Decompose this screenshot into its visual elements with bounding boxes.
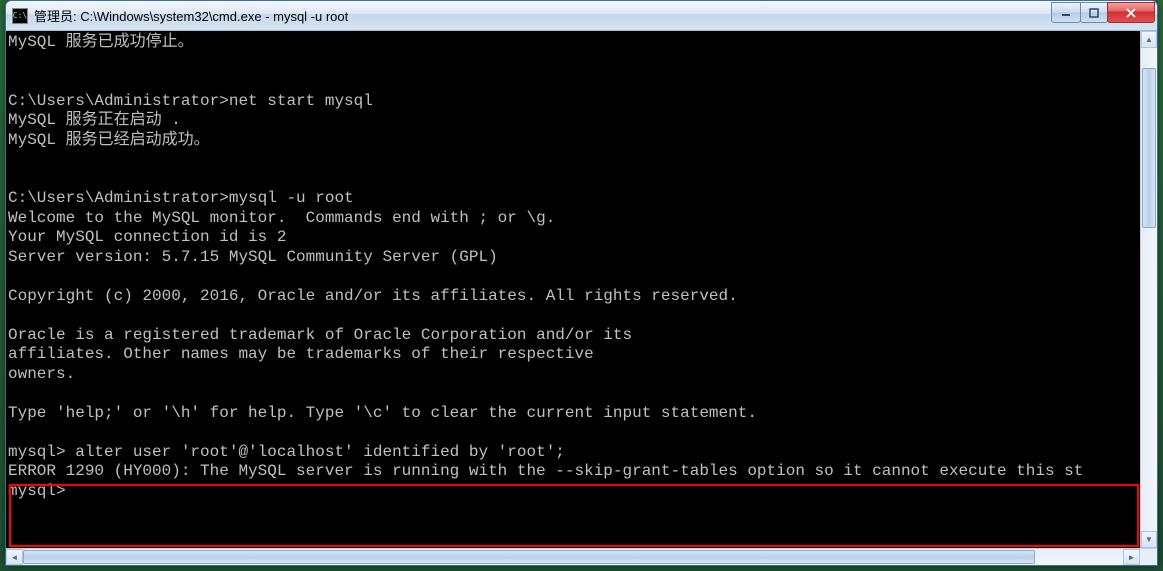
- titlebar[interactable]: C:\ 管理员: C:\Windows\system32\cmd.exe - m…: [6, 1, 1157, 31]
- scroll-left-arrow-icon[interactable]: ◄: [6, 549, 23, 565]
- scroll-up-arrow-icon[interactable]: ▲: [1141, 31, 1157, 48]
- terminal-area: MySQL 服务已成功停止。 C:\Users\Administrator>ne…: [6, 31, 1157, 548]
- vertical-scroll-thumb[interactable]: [1142, 68, 1156, 228]
- scroll-down-arrow-icon[interactable]: ▼: [1141, 531, 1157, 548]
- maximize-button[interactable]: [1080, 2, 1108, 23]
- terminal-output[interactable]: MySQL 服务已成功停止。 C:\Users\Administrator>ne…: [6, 31, 1157, 548]
- close-button[interactable]: [1107, 2, 1155, 23]
- scroll-right-arrow-icon[interactable]: ►: [1123, 549, 1140, 565]
- vertical-scrollbar[interactable]: ▲ ▼: [1140, 31, 1157, 548]
- minimize-icon: [1061, 8, 1071, 18]
- horizontal-scroll-thumb[interactable]: [23, 550, 1035, 564]
- maximize-icon: [1089, 8, 1099, 18]
- scroll-corner: [1140, 549, 1157, 565]
- window-title: 管理员: C:\Windows\system32\cmd.exe - mysql…: [34, 6, 1052, 25]
- vertical-scroll-track[interactable]: [1141, 48, 1157, 531]
- horizontal-scrollbar[interactable]: ◄ ►: [6, 548, 1157, 565]
- window-controls: [1052, 2, 1155, 23]
- close-icon: [1125, 8, 1137, 18]
- cmd-window: C:\ 管理员: C:\Windows\system32\cmd.exe - m…: [5, 0, 1158, 566]
- cmd-icon: C:\: [12, 8, 28, 24]
- minimize-button[interactable]: [1051, 2, 1081, 23]
- horizontal-scroll-track[interactable]: [23, 549, 1123, 565]
